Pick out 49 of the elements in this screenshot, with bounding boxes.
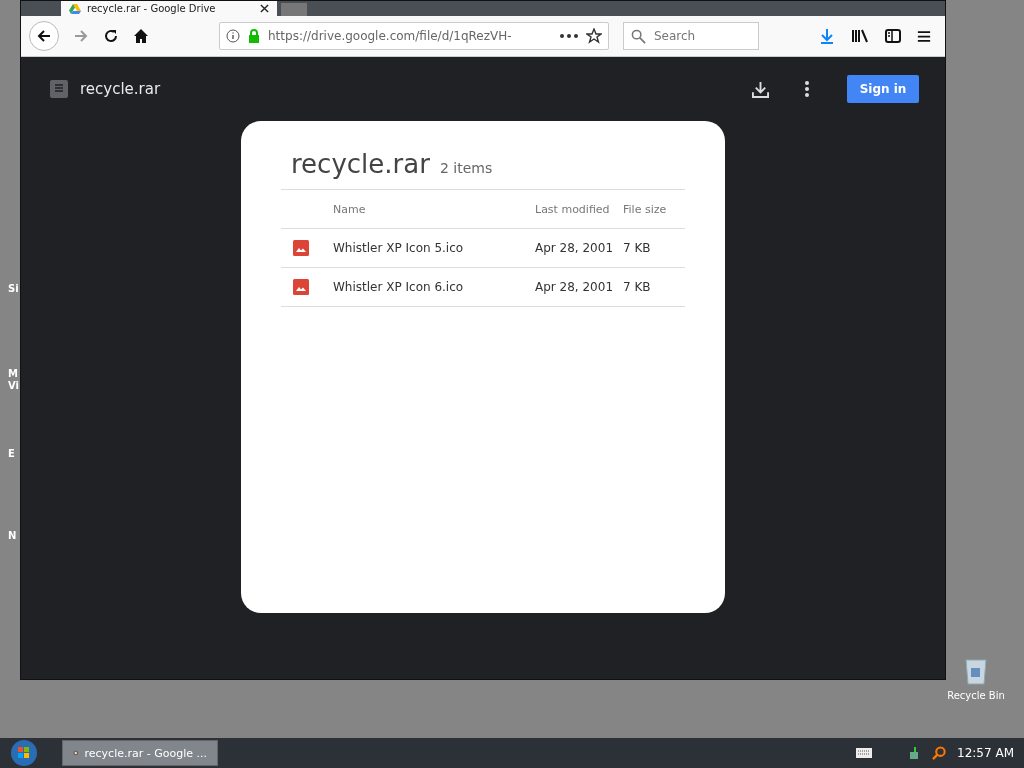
- drive-icon: [69, 3, 81, 14]
- taskbar-button[interactable]: recycle.rar - Google ...: [62, 740, 218, 766]
- item-count: 2 items: [439, 160, 493, 176]
- desktop-icon-label: N: [8, 530, 17, 541]
- column-header: Name: [333, 202, 367, 216]
- more-icon[interactable]: [805, 81, 809, 97]
- search-icon[interactable]: [932, 745, 948, 761]
- column-header: Last modified: [535, 202, 611, 216]
- reload-icon[interactable]: [103, 28, 119, 44]
- clock: 12:57 AM: [957, 746, 1014, 760]
- desktop-icon-label[interactable]: Recycle Bin: [947, 690, 1005, 701]
- size-cell-text: 7 KB: [623, 280, 652, 294]
- image-file-icon: [293, 279, 309, 295]
- forward-icon[interactable]: [73, 28, 89, 44]
- column-header: File size: [623, 202, 668, 216]
- archive-title: recycle.rar: [291, 149, 430, 179]
- sidebar-icon[interactable]: [885, 28, 901, 44]
- home-icon[interactable]: [133, 28, 149, 44]
- start-button[interactable]: [10, 739, 38, 767]
- desktop-icon-label: Vi: [8, 380, 19, 391]
- date-cell-text: Apr 28, 2001: [535, 241, 614, 255]
- date-cell-text: Apr 28, 2001: [535, 280, 614, 294]
- file-row[interactable]: Whistler XP Icon 6.ico Apr 28, 2001 7 KB: [281, 268, 685, 307]
- image-file-icon: [293, 240, 309, 256]
- browser-tab[interactable]: recycle.rar - Google Drive: [61, 1, 277, 16]
- back-button[interactable]: [29, 21, 59, 51]
- desktop-icon-label: Si: [8, 283, 19, 294]
- address-bar[interactable]: https://drive.google.com/file/d/1qRezVH-: [219, 22, 609, 50]
- file-name-cell-text: Whistler XP Icon 5.ico: [333, 241, 465, 255]
- desktop-icon-label: M: [8, 368, 18, 379]
- library-icon[interactable]: [851, 28, 869, 44]
- size-cell-text: 7 KB: [623, 241, 652, 255]
- url-text: https://drive.google.com/file/d/1qRezVH-: [268, 29, 513, 43]
- more-icon[interactable]: [560, 34, 578, 38]
- sign-in-button[interactable]: Sign in: [847, 75, 919, 103]
- file-name-cell-text: Whistler XP Icon 6.ico: [333, 280, 465, 294]
- info-icon[interactable]: [226, 29, 240, 43]
- keyboard-icon[interactable]: [856, 748, 873, 758]
- star-icon[interactable]: [586, 28, 602, 44]
- file-row[interactable]: Whistler XP Icon 5.ico Apr 28, 2001 7 KB: [281, 229, 685, 268]
- file-name: recycle.rar: [80, 80, 161, 98]
- search-field[interactable]: Search: [623, 22, 759, 50]
- close-icon[interactable]: [260, 4, 269, 13]
- search-icon: [631, 29, 646, 44]
- lock-icon: [248, 29, 260, 43]
- desktop-icon-label: E: [8, 448, 15, 459]
- document-icon: [50, 80, 68, 98]
- back-arrow-icon: [36, 28, 52, 44]
- menu-icon[interactable]: [917, 29, 931, 43]
